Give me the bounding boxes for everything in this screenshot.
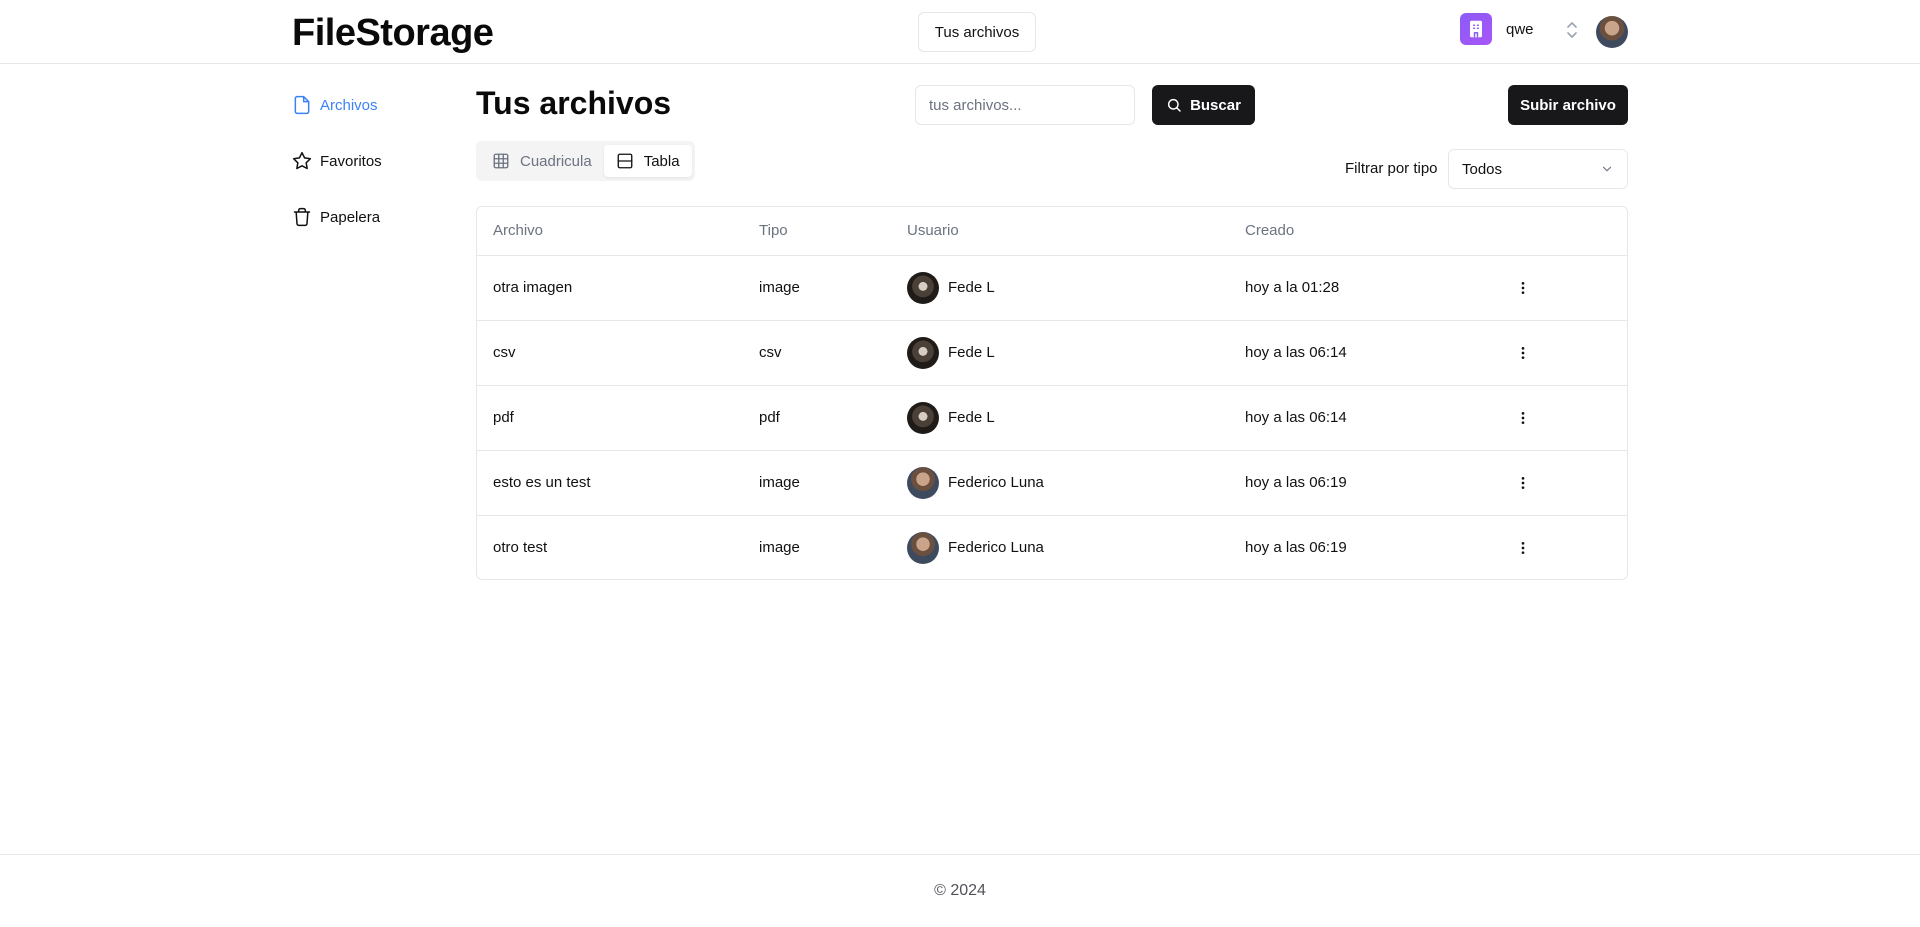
footer: © 2024 (0, 854, 1920, 927)
user-avatar-button[interactable] (1596, 16, 1628, 48)
file-type-cell: image (743, 255, 891, 321)
user-name: Federico Luna (948, 539, 1044, 557)
sidebar-item-favorites[interactable]: Favoritos (292, 148, 452, 174)
files-table: Archivo Tipo Usuario Creado otra imagen … (476, 206, 1628, 580)
table-header-row: Archivo Tipo Usuario Creado (477, 207, 1627, 256)
view-toggle: Cuadricula Tabla (476, 141, 695, 181)
file-name-cell: pdf (477, 385, 743, 451)
your-files-nav-button[interactable]: Tus archivos (918, 12, 1036, 52)
table-row: esto es un test image Federico Luna hoy … (477, 450, 1627, 516)
upload-file-button[interactable]: Subir archivo (1508, 85, 1628, 125)
tab-table[interactable]: Tabla (603, 145, 692, 177)
created-cell: hoy a las 06:19 (1245, 539, 1347, 557)
actions-cell (1497, 320, 1627, 386)
actions-cell (1497, 515, 1627, 579)
actions-cell (1497, 450, 1627, 516)
tab-grid-label: Cuadricula (520, 152, 592, 170)
filter-label: Filtrar por tipo (1345, 160, 1438, 177)
grid-icon (493, 153, 509, 169)
sidebar-item-label: Papelera (320, 208, 381, 226)
table-row: csv csv Fede L hoy a las 06:14 (477, 320, 1627, 386)
app-logo[interactable]: FileStorage (292, 12, 494, 55)
top-header: FileStorage Tus archivos qwe (0, 0, 1920, 64)
actions-cell (1497, 255, 1627, 321)
star-icon (292, 151, 312, 170)
user-name: Fede L (948, 409, 995, 426)
page-title: Tus archivos (476, 85, 672, 121)
organization-switcher[interactable]: qwe (1460, 13, 1534, 45)
file-name-cell: esto es un test (477, 450, 743, 516)
file-name-cell: otro test (493, 539, 548, 557)
copyright-text: © 2024 (934, 882, 986, 899)
search-button-label: Buscar (1190, 96, 1241, 114)
file-type-cell: csv (743, 320, 891, 386)
type-filter-select[interactable]: Todos (1448, 149, 1628, 189)
file-name-cell: otra imagen (477, 255, 743, 321)
more-vertical-icon[interactable] (1513, 343, 1533, 363)
file-type-cell: pdf (743, 385, 891, 451)
table-icon (617, 153, 633, 169)
user-cell: Federico Luna (891, 515, 1229, 579)
created-cell: hoy a las 06:19 (1229, 450, 1497, 516)
more-vertical-icon[interactable] (1513, 278, 1533, 298)
created-cell: hoy a la 01:28 (1229, 255, 1497, 321)
search-button[interactable]: Buscar (1152, 85, 1255, 125)
user-name: Fede L (948, 344, 995, 361)
avatar (907, 466, 939, 499)
avatar (907, 336, 939, 369)
user-cell: Fede L (891, 320, 1229, 386)
trash-icon (293, 207, 311, 227)
tab-grid[interactable]: Cuadricula (480, 145, 604, 177)
column-header-actions (1497, 207, 1627, 256)
sidebar-item-files[interactable]: Archivos (292, 92, 452, 118)
filter-selected-value: Todos (1462, 160, 1503, 178)
sidebar-item-label: Favoritos (320, 152, 382, 170)
avatar (907, 401, 939, 434)
actions-cell (1497, 385, 1627, 451)
created-cell: hoy a las 06:14 (1229, 320, 1497, 386)
avatar (907, 531, 939, 564)
avatar (907, 271, 939, 304)
column-header-type: Tipo (743, 207, 891, 256)
file-type-cell: image (759, 539, 800, 557)
sidebar: Archivos Favoritos Papelera (292, 92, 452, 260)
user-cell: Fede L (891, 255, 1229, 321)
search-icon (1167, 98, 1181, 112)
user-name: Fede L (948, 279, 995, 296)
table-row: otro test image Federico Luna hoy a las … (477, 515, 1627, 579)
tab-table-label: Tabla (643, 152, 680, 170)
file-name-cell: csv (477, 320, 743, 386)
user-cell: Federico Luna (891, 450, 1229, 516)
file-type-cell: image (743, 450, 891, 516)
created-cell: hoy a las 06:14 (1229, 385, 1497, 451)
column-header-file: Archivo (477, 207, 743, 256)
column-header-user: Usuario (891, 207, 1229, 256)
chevron-down-icon (1602, 166, 1612, 172)
sidebar-item-label: Archivos (320, 96, 378, 114)
table-row: pdf pdf Fede L hoy a las 06:14 (477, 385, 1627, 451)
organization-name: qwe (1506, 20, 1534, 38)
column-header-created: Creado (1229, 207, 1497, 256)
more-vertical-icon[interactable] (1513, 408, 1533, 428)
sidebar-item-trash[interactable]: Papelera (292, 204, 452, 230)
search-input[interactable] (915, 85, 1135, 125)
more-vertical-icon[interactable] (1513, 538, 1533, 558)
table-row: otra imagen image Fede L hoy a la 01:28 (477, 255, 1627, 321)
file-icon (294, 95, 310, 115)
more-vertical-icon[interactable] (1513, 473, 1533, 493)
user-cell: Fede L (891, 385, 1229, 451)
chevrons-up-down-icon[interactable] (1564, 18, 1580, 42)
user-name: Federico Luna (948, 474, 1044, 491)
building-icon (1460, 13, 1492, 45)
